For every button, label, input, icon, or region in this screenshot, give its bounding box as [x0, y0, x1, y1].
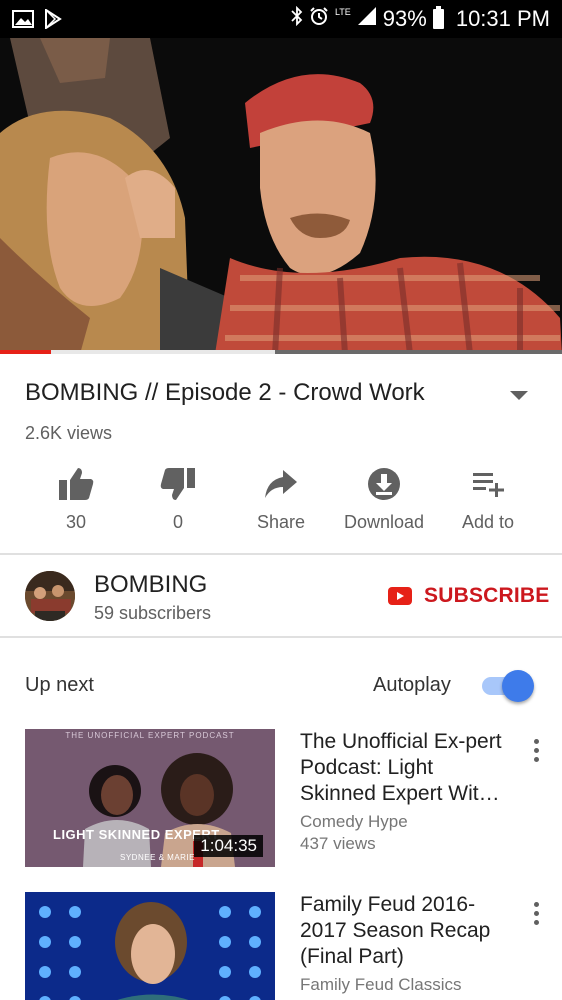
download-label: Download	[343, 512, 425, 532]
expand-description-button[interactable]	[506, 386, 532, 404]
dislike-button[interactable]: 0	[126, 464, 230, 533]
video-title: BOMBING // Episode 2 - Crowd Work	[25, 379, 425, 406]
thumbs-down-icon	[160, 468, 195, 500]
dislike-count: 0	[172, 512, 183, 532]
download-icon	[368, 468, 400, 500]
alarm-icon	[309, 6, 329, 32]
like-count: 30	[65, 512, 87, 532]
autoplay-toggle[interactable]	[482, 670, 534, 702]
subscribe-button[interactable]: SUBSCRIBE	[388, 584, 549, 608]
video-thumbnail[interactable]: THE UNOFFICIAL EXPERT PODCAST LIGHT SKIN…	[25, 729, 275, 867]
thumbs-up-icon	[59, 468, 94, 500]
view-count: 2.6K views	[25, 423, 113, 443]
rec-channel: Comedy Hype	[300, 812, 408, 831]
autoplay-label: Autoplay	[373, 674, 451, 696]
thumbnail-header-text: THE UNOFFICIAL EXPERT PODCAST	[65, 731, 234, 740]
share-button[interactable]: Share	[229, 464, 333, 533]
avatar-image	[25, 571, 75, 621]
youtube-logo-icon	[388, 587, 412, 605]
channel-avatar[interactable]	[25, 571, 75, 621]
rec-title[interactable]: Family Feud 2016-2017 Season Recap (Fina…	[300, 892, 510, 970]
play-store-icon	[44, 8, 62, 34]
like-button[interactable]: 30	[24, 464, 128, 533]
share-label: Share	[256, 512, 306, 532]
rec-views: 437 views	[300, 834, 376, 853]
battery-icon	[432, 6, 444, 29]
channel-name[interactable]: BOMBING	[94, 571, 207, 599]
video-progress-bar[interactable]	[0, 350, 562, 354]
video-player[interactable]	[0, 38, 562, 354]
video-frame	[0, 38, 562, 354]
video-duration: 1:04:35	[194, 835, 263, 857]
list-item[interactable]: THE UNOFFICIAL EXPERT PODCAST LIGHT SKIN…	[0, 729, 562, 869]
action-bar: 30 0 Share Download Add to	[24, 464, 544, 540]
subscriber-count: 59 subscribers	[94, 603, 212, 623]
more-vert-icon[interactable]	[526, 739, 546, 765]
chevron-down-icon	[510, 391, 528, 400]
rec-title[interactable]: The Unofficial Ex-pert Podcast: Light Sk…	[300, 729, 510, 807]
subscribe-label: SUBSCRIBE	[424, 584, 550, 607]
divider	[0, 636, 562, 638]
list-item[interactable]: Family Feud 2016-2017 Season Recap (Fina…	[0, 892, 562, 1000]
add-to-playlist-button[interactable]: Add to	[436, 464, 540, 533]
more-vert-icon[interactable]	[526, 902, 546, 928]
divider	[0, 553, 562, 555]
download-button[interactable]: Download	[332, 464, 436, 533]
rec-channel: Family Feud Classics	[300, 975, 462, 994]
played-bar	[0, 350, 51, 354]
share-arrow-icon	[265, 470, 297, 498]
thumbnail-image	[25, 892, 275, 1000]
gallery-icon	[12, 10, 34, 33]
clock: 10:31 PM	[455, 6, 550, 31]
toggle-thumb	[502, 670, 534, 702]
network-label: LTE	[334, 7, 351, 17]
add-to-label: Add to	[461, 512, 515, 532]
battery-percent: 93%	[382, 6, 427, 31]
playlist-add-icon	[473, 473, 504, 497]
bluetooth-icon	[291, 5, 303, 32]
up-next-heading: Up next	[25, 674, 94, 696]
video-thumbnail[interactable]	[25, 892, 275, 1000]
signal-icon	[357, 6, 377, 32]
status-bar: LTE 93% 10:31 PM	[0, 0, 562, 38]
thumbnail-names-text: SYDNEE & MARIE	[120, 853, 195, 862]
